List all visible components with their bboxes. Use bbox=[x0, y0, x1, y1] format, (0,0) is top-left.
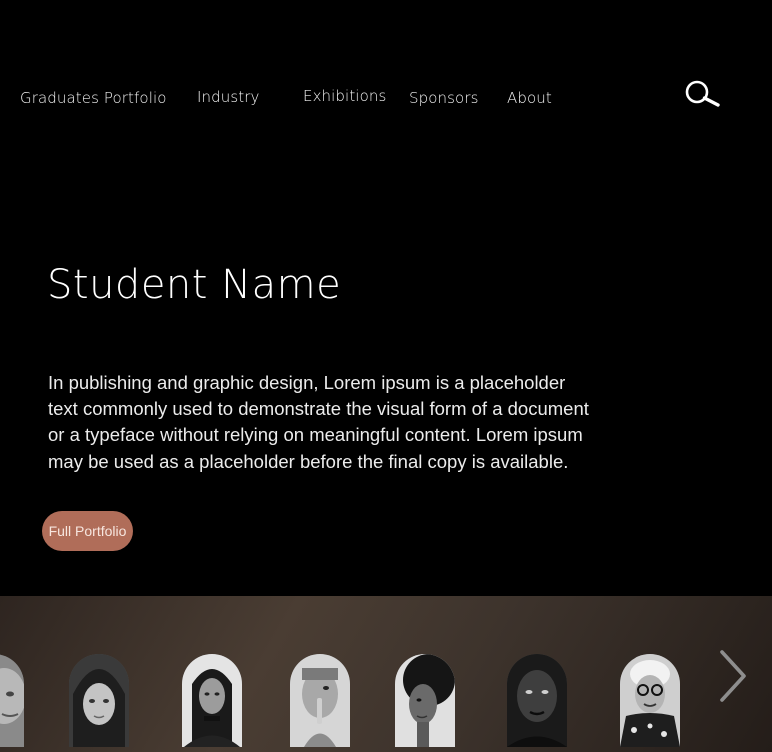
portrait-thumbnail[interactable] bbox=[69, 654, 129, 747]
portrait-thumbnail[interactable] bbox=[395, 654, 455, 747]
portrait-thumbnail[interactable] bbox=[0, 654, 24, 747]
portrait-thumbnail[interactable] bbox=[507, 654, 567, 747]
nav-industry[interactable]: Industry bbox=[197, 88, 260, 106]
student-name-heading: Student Name bbox=[47, 262, 342, 308]
portrait-thumbnail[interactable] bbox=[182, 654, 242, 747]
nav-sponsors[interactable]: Sponsors bbox=[409, 89, 479, 107]
nav-graduates-portfolio[interactable]: Graduates Portfolio bbox=[20, 89, 167, 107]
portrait-thumbnail[interactable] bbox=[620, 654, 680, 747]
search-icon[interactable] bbox=[684, 80, 722, 110]
nav-exhibitions[interactable]: Exhibitions bbox=[303, 87, 386, 105]
student-bio: In publishing and graphic design, Lorem … bbox=[48, 372, 589, 472]
portrait-thumbnail[interactable] bbox=[290, 654, 350, 747]
chevron-right-icon[interactable] bbox=[716, 648, 750, 704]
nav-about[interactable]: About bbox=[507, 89, 552, 107]
full-portfolio-button[interactable]: Full Portfolio bbox=[42, 511, 133, 551]
portrait-gallery bbox=[0, 596, 772, 752]
